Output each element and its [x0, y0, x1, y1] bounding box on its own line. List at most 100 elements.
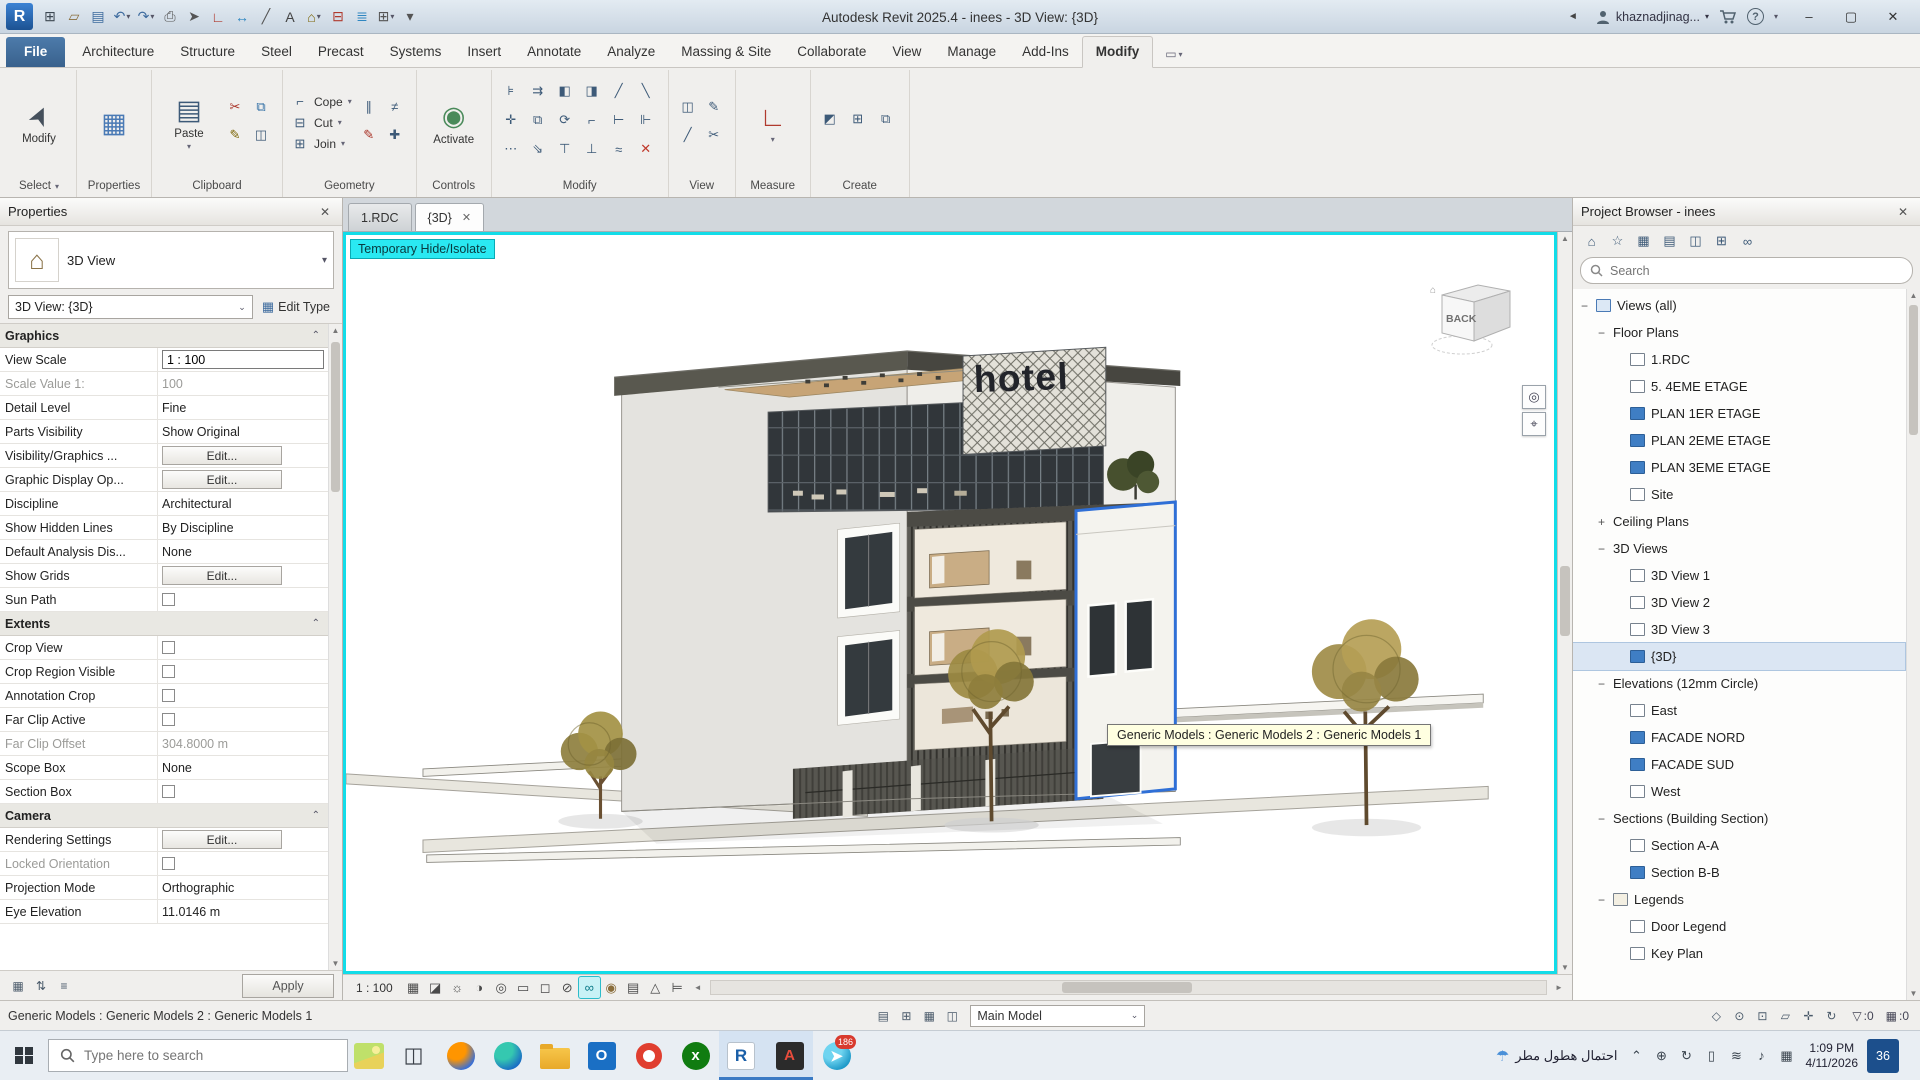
news-interests-widget[interactable]	[348, 1031, 390, 1080]
browser-link-icon[interactable]: ∞	[1736, 230, 1759, 253]
cut-button[interactable]: ⊟ Cut ▾	[291, 114, 352, 132]
background-processes-icon[interactable]: ↻	[1821, 1006, 1841, 1026]
array-tool-icon[interactable]: ⋯	[500, 138, 522, 160]
redo-icon[interactable]: ↷▾	[134, 4, 158, 30]
view-selector-combo[interactable]: 3D View: {3D} ⌄	[8, 295, 253, 319]
mirror-draw-axis-icon[interactable]: ◨	[581, 80, 603, 102]
tab-view[interactable]: View	[879, 37, 934, 67]
hide-elements-icon[interactable]: ◫	[677, 96, 699, 118]
properties-scrollbar[interactable]: ▲ ▼	[328, 324, 342, 970]
copy-tool-icon[interactable]: ⧉	[527, 109, 549, 131]
design-options-dialog-icon[interactable]: ▦	[919, 1006, 939, 1026]
tree-item-facade-nord[interactable]: FACADE NORD	[1573, 724, 1905, 751]
rotate-tool-icon[interactable]: ⟳	[554, 109, 576, 131]
ribbon-display-toggle[interactable]: ▭ ▾	[1159, 41, 1188, 67]
override-graphics-icon[interactable]: ✎	[703, 96, 725, 118]
section-icon[interactable]: ⊟	[326, 4, 350, 30]
zoom-icon[interactable]: ⌖	[1522, 412, 1546, 436]
start-button[interactable]	[0, 1031, 48, 1080]
split-with-gap-icon[interactable]: ╲	[635, 80, 657, 102]
property-edit-button-visibility-graphics[interactable]: Edit...	[162, 446, 282, 465]
tab-steel[interactable]: Steel	[248, 37, 305, 67]
tab-add-ins[interactable]: Add-Ins	[1009, 37, 1082, 67]
tree-item-west[interactable]: West	[1573, 778, 1905, 805]
tab-insert[interactable]: Insert	[454, 37, 514, 67]
cut-profile-icon[interactable]: ✂	[703, 124, 725, 146]
exclude-options-icon[interactable]: ◇	[1706, 1006, 1726, 1026]
tree-item-3d-view-3[interactable]: 3D View 3	[1573, 616, 1905, 643]
create-group-icon[interactable]: ⊞	[847, 108, 869, 130]
tab-collaborate[interactable]: Collaborate	[784, 37, 879, 67]
delete-tool-icon[interactable]: ✕	[635, 138, 657, 160]
tree-item-floor-plans[interactable]: −Floor Plans	[1573, 319, 1905, 346]
browser-scrollbar[interactable]: ▲ ▼	[1906, 289, 1920, 1000]
security-tray-icon[interactable]: ⊕	[1652, 1048, 1672, 1064]
browser-search-box[interactable]	[1580, 257, 1913, 284]
join-button[interactable]: ⊞ Join ▾	[291, 135, 352, 153]
tree-item-views-all[interactable]: −Views (all)	[1573, 292, 1905, 319]
maximize-button[interactable]: ▢	[1830, 0, 1872, 34]
main-model-select[interactable]: Main Model ⌄	[970, 1005, 1145, 1027]
scroll-left-icon[interactable]: ◄	[690, 980, 706, 996]
sort-groups-icon[interactable]: ≡	[54, 976, 74, 996]
minimize-button[interactable]: –	[1788, 0, 1830, 34]
match-tool-icon[interactable]: ≈	[608, 138, 630, 160]
file-explorer-icon[interactable]	[531, 1031, 578, 1080]
tree-item-3d[interactable]: {3D}	[1573, 643, 1905, 670]
tab-massing-site[interactable]: Massing & Site	[668, 37, 784, 67]
view-tab-close-icon[interactable]: ✕	[462, 211, 471, 224]
hide-analytical-icon[interactable]: △	[645, 977, 666, 998]
property-checkbox-crop-view[interactable]	[162, 641, 175, 654]
align-tool-icon[interactable]: ⊧	[500, 80, 522, 102]
temporary-hide-isolate-icon[interactable]: ∞	[579, 977, 600, 998]
tab-modify[interactable]: Modify	[1082, 36, 1154, 68]
constraints-icon[interactable]: ⊨	[667, 977, 688, 998]
taskbar-search-box[interactable]	[48, 1039, 348, 1072]
canvas-scroll-up-icon[interactable]: ▲	[1558, 232, 1572, 245]
property-edit-button-rendering-settings[interactable]: Edit...	[162, 830, 282, 849]
browser-home-icon[interactable]: ⌂	[1580, 230, 1603, 253]
match-type-properties-icon[interactable]: ✎	[224, 124, 246, 146]
weather-tray-item[interactable]: ☂ احتمال هطول مطر	[1496, 1047, 1618, 1065]
scroll-down-icon[interactable]: ▼	[329, 957, 342, 970]
paste-aligned-icon[interactable]: ◫	[250, 124, 272, 146]
touch-keyboard-tray-icon[interactable]: ▦	[1777, 1048, 1797, 1064]
tab-annotate[interactable]: Annotate	[514, 37, 594, 67]
tree-toggle-icon[interactable]: −	[1579, 299, 1590, 313]
select-panel-label[interactable]: Select ▾	[2, 175, 76, 197]
task-view-button[interactable]: ◫	[390, 1031, 437, 1080]
active-workset-icon[interactable]: ▤	[873, 1006, 893, 1026]
file-menu-icon[interactable]: ⊞	[38, 4, 62, 30]
visual-style-icon[interactable]: ◪	[425, 977, 446, 998]
modify-button[interactable]: ➤ Modify	[10, 101, 68, 145]
save-icon[interactable]: ▤	[86, 4, 110, 30]
update-tray-icon[interactable]: ↻	[1677, 1048, 1697, 1064]
scroll-up-icon[interactable]: ▲	[329, 324, 342, 337]
design-options-pick-icon[interactable]: ◫	[942, 1006, 962, 1026]
tree-item-plan-3eme-etage[interactable]: PLAN 3EME ETAGE	[1573, 454, 1905, 481]
navigation-wheel-icon[interactable]: ◎	[1522, 385, 1546, 409]
tree-item-east[interactable]: East	[1573, 697, 1905, 724]
reveal-hidden-icon[interactable]: ◉	[601, 977, 622, 998]
property-checkbox-section-box[interactable]	[162, 785, 175, 798]
tree-item-3d-view-2[interactable]: 3D View 2	[1573, 589, 1905, 616]
property-edit-button-show-grids[interactable]: Edit...	[162, 566, 282, 585]
property-checkbox-annotation-crop[interactable]	[162, 689, 175, 702]
trim-extend-corner-icon[interactable]: ⌐	[581, 109, 603, 131]
move-tool-icon[interactable]: ✛	[500, 109, 522, 131]
building-3d-view[interactable]: hotel	[346, 235, 1554, 971]
tab-file[interactable]: File	[6, 37, 65, 67]
tree-item-elevations-12mm-circle[interactable]: −Elevations (12mm Circle)	[1573, 670, 1905, 697]
modify-cursor-icon[interactable]: ➤	[182, 4, 206, 30]
unpin-tool-icon[interactable]: ⊥	[581, 138, 603, 160]
view-tab-3d[interactable]: {3D}✕	[415, 203, 485, 231]
view-scale-control[interactable]: 1 : 100	[348, 981, 401, 995]
property-edit-button-graphic-display-op[interactable]: Edit...	[162, 470, 282, 489]
opera-icon[interactable]	[625, 1031, 672, 1080]
tree-item-legends[interactable]: −Legends	[1573, 886, 1905, 913]
taskbar-clock[interactable]: 1:09 PM 4/11/2026	[1806, 1041, 1859, 1071]
property-checkbox-far-clip-active[interactable]	[162, 713, 175, 726]
property-checkbox-crop-region-visible[interactable]	[162, 665, 175, 678]
pin-tool-icon[interactable]: ⊤	[554, 138, 576, 160]
edit-type-button[interactable]: ▦ Edit Type	[258, 297, 334, 317]
